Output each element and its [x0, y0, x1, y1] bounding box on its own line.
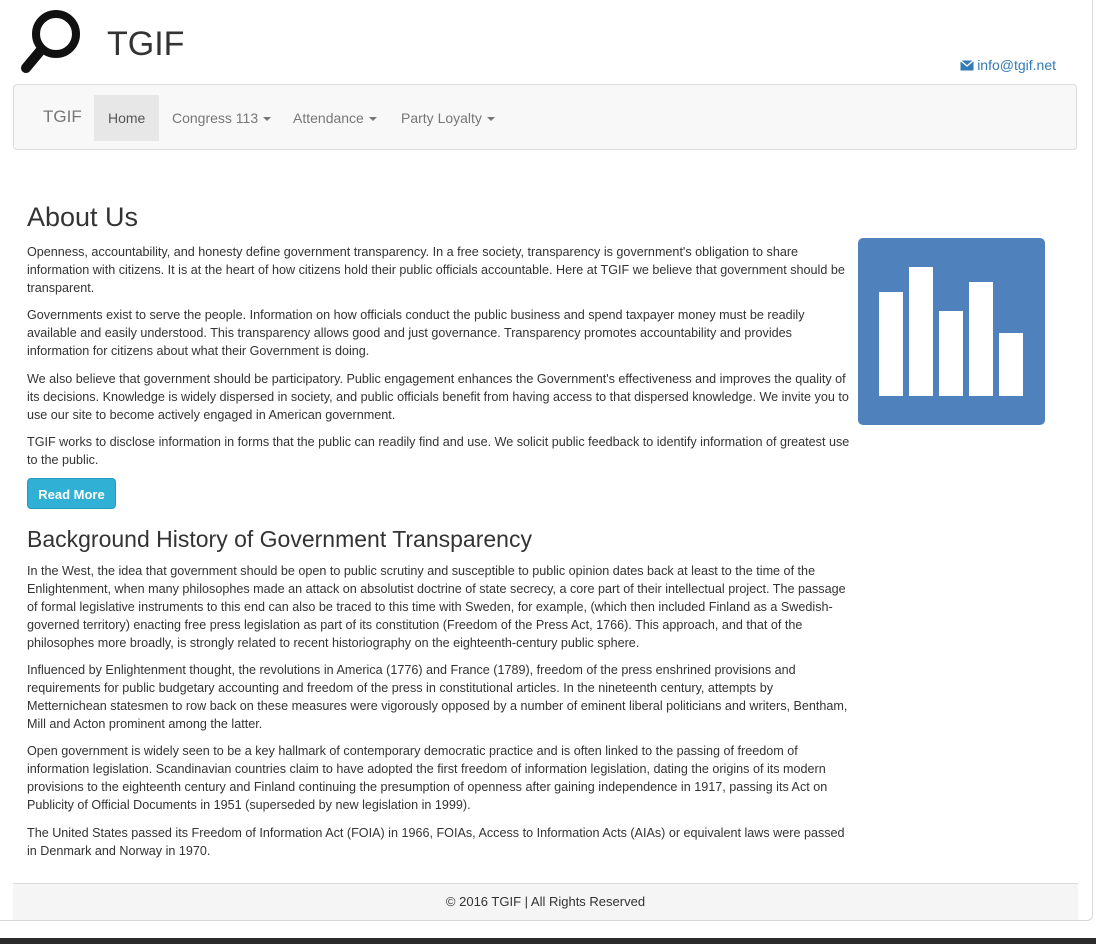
about-paragraph-2: Governments exist to serve the people. I…: [27, 308, 805, 358]
bar-chart-icon: [858, 238, 1045, 425]
nav-item-attendance-label: Attendance: [293, 110, 364, 126]
caret-down-icon: [486, 117, 495, 122]
history-paragraph-2: Influenced by Enlightenment thought, the…: [27, 663, 848, 731]
main-navbar: TGIF Home Congress 113 Attendance Party …: [13, 84, 1077, 150]
bar-chart-icon-bar: [879, 292, 903, 396]
bar-chart-icon-bar: [999, 333, 1023, 396]
about-paragraph-1: Openness, accountability, and honesty de…: [27, 245, 845, 295]
about-heading: About Us: [27, 202, 139, 232]
history-paragraph-1: In the West, the idea that government sh…: [27, 564, 846, 650]
magnifier-icon: [21, 10, 80, 73]
history-heading: Background History of Government Transpa…: [27, 526, 532, 552]
caret-down-icon: [368, 117, 377, 122]
footer-copyright: © 2016 TGIF | All Rights Reserved: [445, 894, 646, 909]
bar-chart-icon-bar: [969, 282, 993, 396]
nav-item-attendance[interactable]: Attendance: [293, 95, 377, 141]
read-more-button[interactable]: Read More: [27, 478, 116, 509]
contact-email-text: info@tgif.net: [977, 57, 1056, 73]
nav-item-congress-113-label: Congress 113: [172, 110, 259, 126]
caret-down-icon: [263, 117, 272, 122]
page-footer: © 2016 TGIF | All Rights Reserved: [13, 883, 1078, 920]
nav-item-home-label: Home: [108, 110, 146, 126]
nav-item-party-loyalty[interactable]: Party Loyalty: [401, 95, 495, 141]
history-paragraph-3: Open government is widely seen to be a k…: [27, 744, 828, 812]
bar-chart-icon-bar: [939, 311, 963, 396]
bar-chart-icon-bar: [909, 267, 933, 396]
navbar-brand[interactable]: TGIF: [43, 107, 82, 127]
taskbar-strip: [0, 938, 1096, 944]
envelope-icon: [960, 59, 975, 70]
nav-item-home[interactable]: Home: [94, 95, 160, 141]
history-paragraph-4: The United States passed its Freedom of …: [27, 826, 845, 858]
about-paragraph-3: We also believe that government should b…: [27, 372, 849, 422]
nav-item-party-loyalty-label: Party Loyalty: [401, 110, 482, 126]
site-title: TGIF: [107, 25, 185, 63]
nav-item-congress-113[interactable]: Congress 113: [172, 95, 272, 141]
about-paragraph-4: TGIF works to disclose information in fo…: [27, 435, 850, 467]
contact-email-link[interactable]: info@tgif.net: [960, 57, 1056, 73]
